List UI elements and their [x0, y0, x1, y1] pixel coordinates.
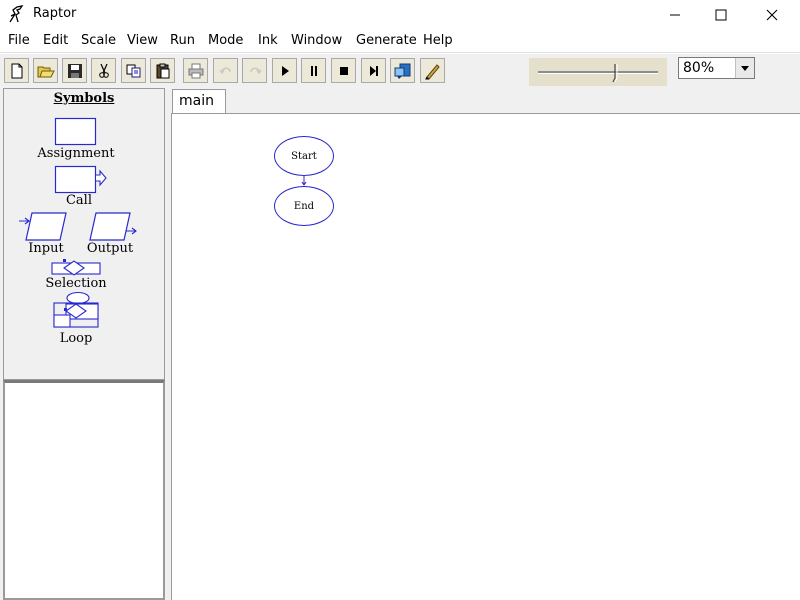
new-icon — [11, 63, 22, 78]
paste-icon — [156, 63, 169, 78]
pause-button[interactable] — [301, 58, 326, 83]
title-bar: Raptor — [0, 0, 800, 30]
watch-window-panel — [3, 380, 165, 600]
input-symbol-icon[interactable] — [18, 211, 70, 243]
minimize-button[interactable] — [652, 0, 698, 30]
raptor-logo-icon — [9, 5, 24, 23]
test-server-button[interactable] — [390, 58, 415, 83]
menu-scale[interactable]: Scale — [81, 33, 116, 48]
menu-edit[interactable]: Edit — [43, 33, 68, 48]
redo-button — [242, 58, 267, 83]
symbols-title: Symbols — [53, 91, 115, 106]
assignment-label: Assignment — [37, 146, 115, 161]
step-icon — [369, 65, 378, 76]
start-node-label: Start — [291, 150, 317, 162]
output-symbol-icon[interactable] — [86, 211, 142, 243]
flow-connector-arrow — [301, 176, 307, 186]
selection-symbol-icon[interactable] — [50, 258, 102, 276]
open-icon — [37, 66, 55, 77]
copy-button[interactable] — [121, 58, 146, 83]
paste-button[interactable] — [150, 58, 175, 83]
copy-icon — [126, 64, 140, 77]
tab-main-label: main — [179, 93, 214, 109]
cut-icon — [98, 63, 109, 78]
menu-generate[interactable]: Generate — [356, 33, 417, 48]
stop-icon — [339, 66, 348, 75]
end-node-label: End — [293, 200, 315, 212]
menu-view[interactable]: View — [127, 33, 158, 48]
pause-icon — [310, 65, 317, 76]
speed-slider-thumb[interactable] — [612, 63, 622, 83]
loop-label: Loop — [59, 331, 93, 346]
test-server-icon — [394, 63, 410, 79]
zoom-select[interactable]: 80% — [678, 57, 755, 79]
ink-pen-button[interactable] — [420, 58, 445, 83]
menu-bar: File Edit Scale View Run Mode Ink Window… — [0, 30, 800, 53]
play-icon — [281, 65, 289, 76]
menu-help[interactable]: Help — [423, 33, 453, 48]
cut-button[interactable] — [91, 58, 116, 83]
zoom-dropdown-button[interactable] — [735, 58, 754, 78]
undo-button — [213, 58, 238, 83]
output-label: Output — [86, 241, 134, 256]
flowchart-canvas[interactable]: Start End — [171, 113, 800, 600]
speed-slider[interactable] — [529, 58, 667, 86]
call-symbol-icon[interactable] — [54, 165, 110, 195]
stop-button[interactable] — [331, 58, 356, 83]
window-title: Raptor — [33, 6, 77, 21]
chevron-down-icon — [741, 65, 749, 71]
tab-main[interactable]: main — [172, 89, 226, 113]
loop-symbol-icon[interactable] — [50, 291, 102, 329]
undo-icon — [218, 67, 231, 74]
print-button[interactable] — [183, 58, 208, 83]
save-icon — [67, 63, 82, 78]
pen-icon — [424, 63, 440, 80]
run-button[interactable] — [272, 58, 297, 83]
input-label: Input — [28, 241, 64, 256]
call-label: Call — [65, 193, 92, 208]
menu-run[interactable]: Run — [170, 33, 195, 48]
zoom-value: 80% — [683, 60, 715, 76]
maximize-button[interactable] — [698, 0, 744, 30]
selection-label: Selection — [45, 276, 107, 291]
symbols-panel: Symbols Assignment Call Input Output Sel… — [3, 88, 165, 380]
menu-window[interactable]: Window — [291, 33, 342, 48]
save-button[interactable] — [62, 58, 87, 83]
maximize-icon — [715, 9, 727, 21]
print-icon — [188, 63, 203, 78]
minimize-icon — [670, 14, 680, 16]
end-node[interactable]: End — [274, 186, 334, 226]
menu-ink[interactable]: Ink — [258, 33, 278, 48]
start-node[interactable]: Start — [274, 136, 334, 176]
redo-icon — [249, 67, 262, 74]
menu-mode[interactable]: Mode — [208, 33, 243, 48]
open-button[interactable] — [33, 58, 58, 83]
menu-file[interactable]: File — [8, 33, 30, 48]
step-button[interactable] — [361, 58, 386, 83]
speed-slider-track — [538, 71, 658, 74]
close-button[interactable] — [749, 0, 795, 30]
new-button[interactable] — [4, 58, 29, 83]
close-icon — [766, 9, 778, 21]
assignment-symbol-icon[interactable] — [54, 117, 98, 147]
